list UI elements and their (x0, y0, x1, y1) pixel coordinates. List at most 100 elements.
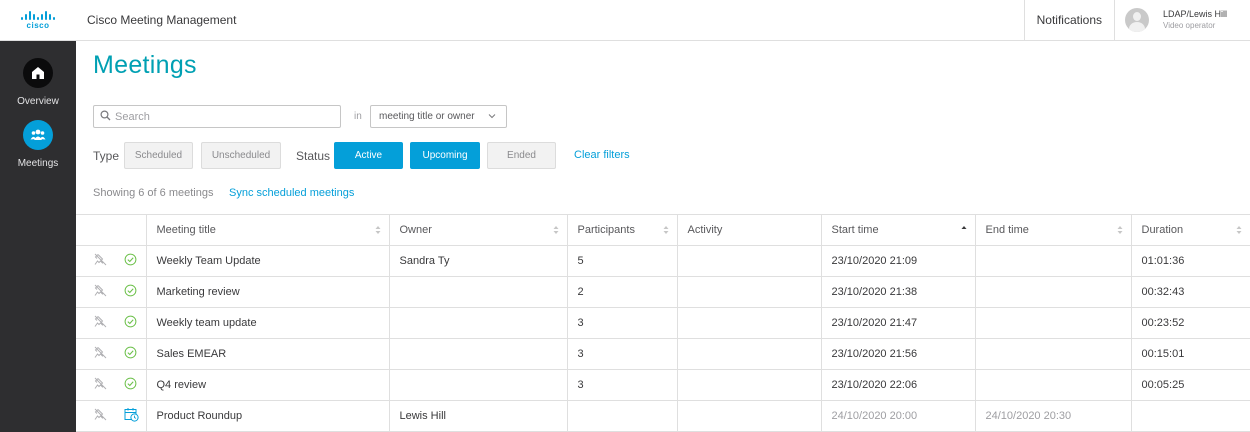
scheduled-calendar-icon (124, 407, 139, 425)
unpinned-icon[interactable] (94, 284, 107, 300)
home-icon (23, 58, 53, 88)
cell-end-time (975, 369, 1132, 401)
column-header-meeting-title[interactable]: Meeting title (146, 214, 390, 246)
sort-icon (1117, 225, 1123, 238)
unpinned-icon[interactable] (94, 346, 107, 362)
cell-participants: 5 (567, 245, 678, 277)
sort-icon (1236, 225, 1242, 238)
cell-duration (1131, 400, 1250, 432)
cell-activity (677, 276, 822, 308)
status-filter-active[interactable]: Active (334, 142, 403, 169)
cell-owner (389, 307, 568, 339)
cell-owner (389, 338, 568, 370)
row-icons (76, 276, 147, 308)
type-filter-scheduled[interactable]: Scheduled (124, 142, 193, 169)
type-filter-unscheduled[interactable]: Unscheduled (201, 142, 281, 169)
cell-title: Product Roundup (146, 400, 390, 432)
active-check-icon (124, 315, 137, 331)
search-in-label: in (354, 111, 362, 122)
unpinned-icon[interactable] (94, 253, 107, 269)
active-check-icon (124, 346, 137, 362)
results-count: Showing 6 of 6 meetings (93, 187, 214, 199)
people-icon (23, 120, 53, 150)
cell-duration: 00:23:52 (1131, 307, 1250, 339)
type-filter-label: Type (93, 149, 120, 163)
cell-end-time (975, 307, 1132, 339)
sidebar-item-meetings[interactable]: Meetings (0, 120, 76, 169)
cell-activity (677, 245, 822, 277)
sidebar-item-label: Overview (17, 96, 59, 107)
unpinned-icon[interactable] (94, 315, 107, 331)
app-title: Cisco Meeting Management (87, 13, 237, 27)
cell-activity (677, 307, 822, 339)
table-row[interactable]: Weekly Team Update Sandra Ty 5 23/10/202… (76, 245, 1250, 277)
unpinned-icon[interactable] (94, 377, 107, 393)
user-name: LDAP/Lewis Hill (1163, 9, 1228, 19)
table-row[interactable]: Product Roundup Lewis Hill 24/10/2020 20… (76, 400, 1250, 432)
table-row[interactable]: Sales EMEAR 3 23/10/2020 21:56 00:15:01 (76, 338, 1250, 370)
cell-start-time: 23/10/2020 22:06 (821, 369, 976, 401)
cisco-logo[interactable]: cisco (0, 0, 76, 41)
active-check-icon (124, 253, 137, 269)
cell-end-time (975, 245, 1132, 277)
search-input[interactable] (115, 110, 335, 123)
cell-participants (567, 400, 678, 432)
search-field-select[interactable]: meeting title or owner (370, 105, 507, 128)
sidebar-item-label: Meetings (17, 158, 59, 169)
cell-duration: 00:15:01 (1131, 338, 1250, 370)
cell-end-time (975, 276, 1132, 308)
column-header-activity[interactable]: Activity (677, 214, 822, 246)
cell-duration: 00:32:43 (1131, 276, 1250, 308)
column-header-owner[interactable]: Owner (389, 214, 568, 246)
cisco-logo-text: cisco (26, 20, 50, 30)
avatar (1125, 8, 1149, 32)
table-row[interactable]: Marketing review 2 23/10/2020 21:38 00:3… (76, 276, 1250, 308)
column-header-start-time[interactable]: Start time (821, 214, 976, 246)
sort-icon (375, 225, 381, 238)
icon-column-header (76, 214, 147, 246)
cell-duration: 00:05:25 (1131, 369, 1250, 401)
sync-scheduled-meetings-link[interactable]: Sync scheduled meetings (229, 187, 354, 199)
table-row[interactable]: Q4 review 3 23/10/2020 22:06 00:05:25 (76, 369, 1250, 401)
row-icons (76, 307, 147, 339)
clear-filters-link[interactable]: Clear filters (574, 149, 630, 161)
cell-duration: 01:01:36 (1131, 245, 1250, 277)
cell-owner (389, 369, 568, 401)
row-icons (76, 400, 147, 432)
cell-start-time: 24/10/2020 20:00 (821, 400, 976, 432)
cisco-logo-bars-icon (21, 10, 55, 20)
sidebar: Overview Meetings (0, 41, 76, 432)
cell-activity (677, 369, 822, 401)
active-check-icon (124, 377, 137, 393)
cell-participants: 2 (567, 276, 678, 308)
cell-start-time: 23/10/2020 21:56 (821, 338, 976, 370)
table-header-row: Meeting title Owner Participants Activit… (76, 214, 1250, 246)
user-menu[interactable]: LDAP/Lewis Hill Video operator (1115, 0, 1250, 40)
cell-activity (677, 338, 822, 370)
cell-activity (677, 400, 822, 432)
cell-owner (389, 276, 568, 308)
page-title: Meetings (93, 51, 197, 79)
notifications-button[interactable]: Notifications (1023, 0, 1115, 40)
status-filter-ended[interactable]: Ended (487, 142, 556, 169)
column-header-end-time[interactable]: End time (975, 214, 1132, 246)
search-box[interactable] (93, 105, 341, 128)
cell-title: Sales EMEAR (146, 338, 390, 370)
column-header-participants[interactable]: Participants (567, 214, 678, 246)
cell-start-time: 23/10/2020 21:38 (821, 276, 976, 308)
active-check-icon (124, 284, 137, 300)
status-filter-upcoming[interactable]: Upcoming (410, 142, 480, 169)
status-filter-label: Status (296, 149, 331, 163)
cell-start-time: 23/10/2020 21:09 (821, 245, 976, 277)
row-icons (76, 245, 147, 277)
row-icons (76, 338, 147, 370)
unpinned-icon[interactable] (94, 408, 107, 424)
cell-title: Q4 review (146, 369, 390, 401)
chevron-down-icon (488, 112, 496, 123)
sidebar-item-overview[interactable]: Overview (0, 58, 76, 107)
cell-participants: 3 (567, 307, 678, 339)
table-row[interactable]: Weekly team update 3 23/10/2020 21:47 00… (76, 307, 1250, 339)
top-header: cisco Cisco Meeting Management Notificat… (0, 0, 1250, 41)
user-role: Video operator (1163, 21, 1216, 30)
column-header-duration[interactable]: Duration (1131, 214, 1250, 246)
